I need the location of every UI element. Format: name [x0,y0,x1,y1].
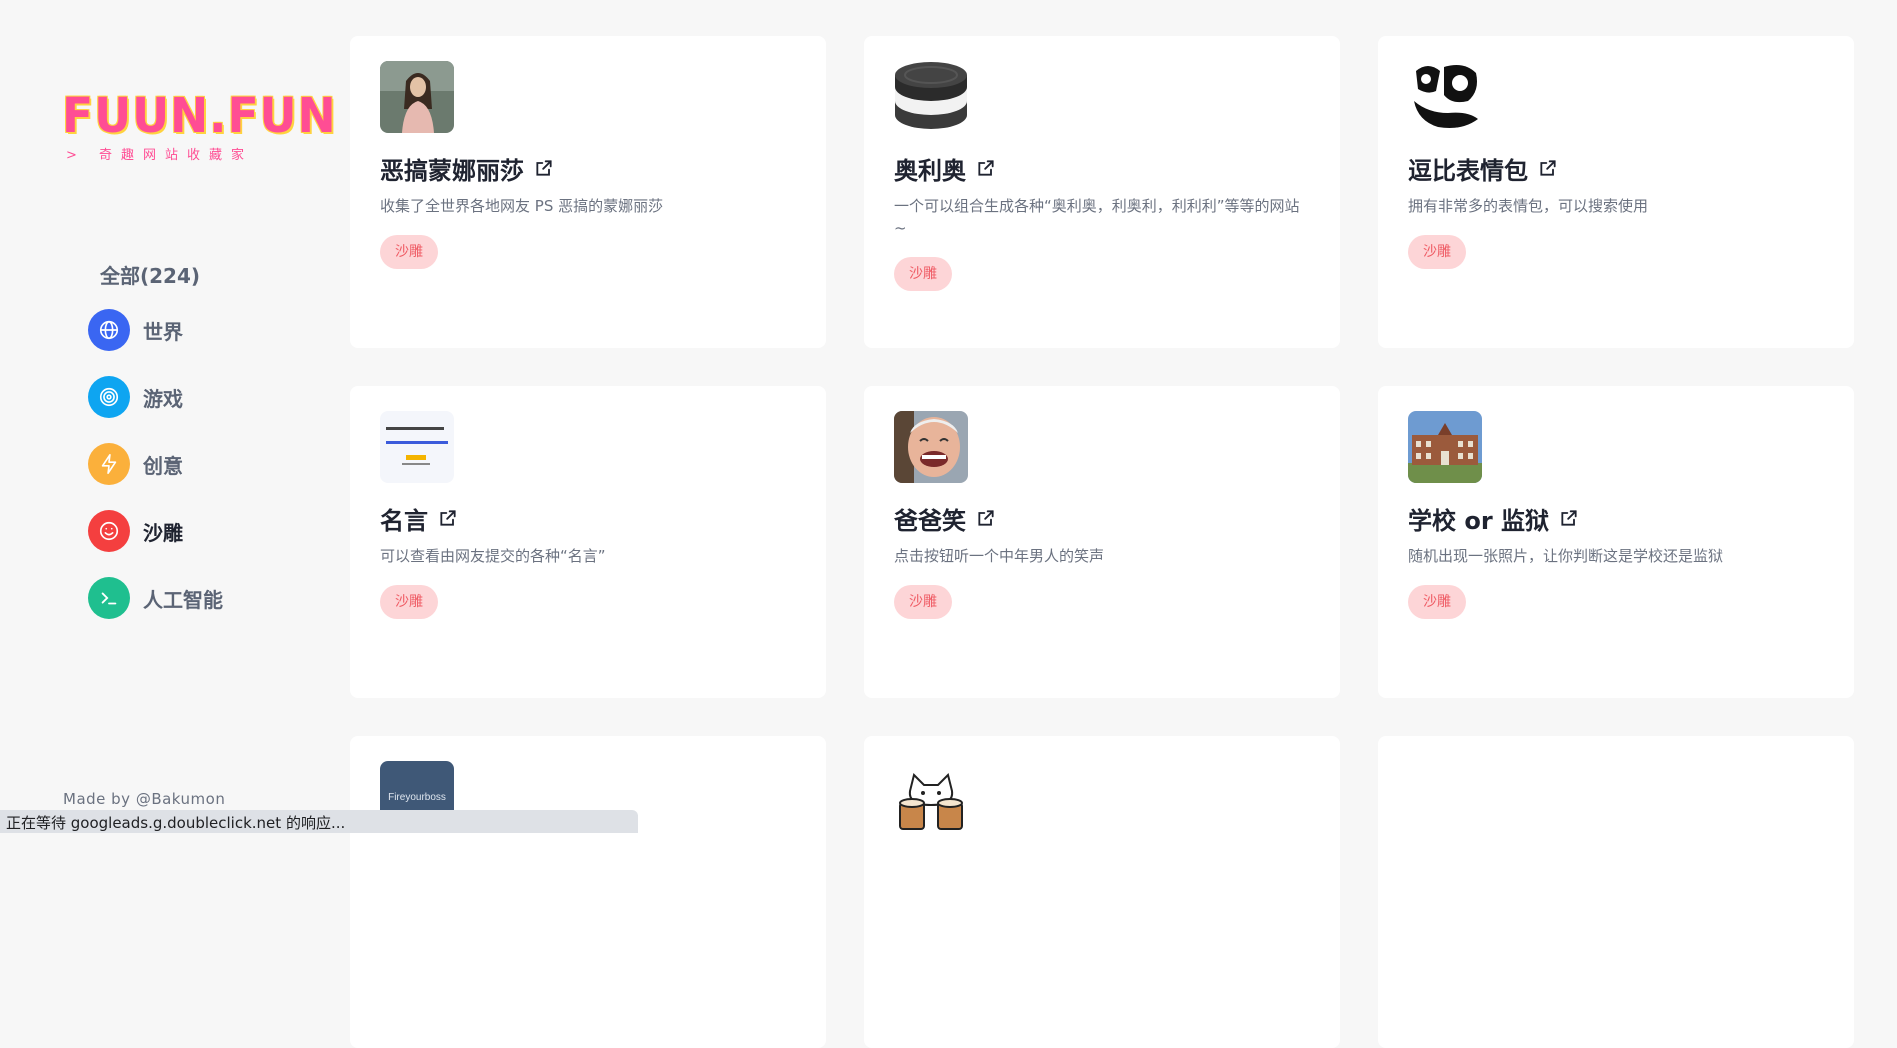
site-card[interactable]: 逗比表情包 拥有非常多的表情包，可以搜索使用 沙雕 [1378,36,1854,348]
site-card[interactable]: 名言 可以查看由网友提交的各种“名言” 沙雕 [350,386,826,698]
quote-thumbnail [380,411,454,483]
external-link-icon [438,508,458,528]
card-title-text: 爸爸笑 [894,506,966,535]
card-description: 可以查看由网友提交的各种“名言” [380,547,606,565]
card-description: 拥有非常多的表情包，可以搜索使用 [1408,197,1649,215]
card-title[interactable]: 学校 or 监狱 [1408,501,1824,535]
logo-text: FUUN.FUN [62,88,337,144]
nav-label: 沙雕 [143,520,183,545]
card-title[interactable]: 名言 [380,501,796,535]
site-card[interactable] [864,736,1340,1048]
category-tag[interactable]: 沙雕 [1408,235,1466,269]
card-title[interactable]: 爸爸笑 [894,501,1310,535]
nav-item-game[interactable]: 游戏 [88,376,223,418]
card-description: 点击按钮听一个中年男人的笑声 [894,547,1105,565]
site-card[interactable]: 爸爸笑 点击按钮听一个中年男人的笑声 沙雕 [864,386,1340,698]
card-description: 随机出现一张照片，让你判断这是学校还是监狱 [1408,547,1724,565]
doubi-logo-thumbnail [1408,61,1482,133]
oreo-thumbnail [894,61,968,133]
nav-item-world[interactable]: 世界 [88,309,223,351]
site-card[interactable]: 学校 or 监狱 随机出现一张照片，让你判断这是学校还是监狱 沙雕 [1378,386,1854,698]
browser-status-bar: 正在等待 googleads.g.doubleclick.net 的响应... [0,810,638,833]
nav-item-ai[interactable]: 人工智能 [88,577,223,619]
category-nav: 世界 游戏 创意 沙雕 人工智能 [88,309,223,644]
globe-icon [88,309,130,351]
card-title-text: 名言 [380,506,428,535]
external-link-icon [976,158,996,178]
external-link-icon [976,508,996,528]
card-title-text: 学校 or 监狱 [1408,506,1550,535]
nav-label: 人工智能 [143,587,223,612]
target-icon [88,376,130,418]
card-title-text: 奥利奥 [894,156,966,185]
bongo-cat-thumbnail [894,761,968,833]
category-tag[interactable]: 沙雕 [894,585,952,619]
card-title[interactable]: 逗比表情包 [1408,151,1824,185]
laughing-man-thumbnail [894,411,968,483]
site-card[interactable]: Fireyourboss [350,736,826,1048]
mona-lisa-thumbnail [380,61,454,133]
sidebar: FUUN.FUN > 奇趣网站收藏家 全部(224) 世界 游戏 创意 沙雕 人… [0,0,337,833]
made-by[interactable]: Made by @Bakumon [63,790,225,808]
card-description: 收集了全世界各地网友 PS 恶搞的蒙娜丽莎 [380,197,664,215]
external-link-icon [1538,158,1558,178]
card-title-text: 逗比表情包 [1408,156,1528,185]
nav-label: 世界 [143,319,183,344]
external-link-icon [534,158,554,178]
logo-subtitle: > 奇趣网站收藏家 [66,148,254,163]
nav-all[interactable]: 全部(224) [100,260,200,289]
card-title[interactable]: 恶搞蒙娜丽莎 [380,151,796,185]
site-card[interactable]: 恶搞蒙娜丽莎 收集了全世界各地网友 PS 恶搞的蒙娜丽莎 沙雕 [350,36,826,348]
card-title[interactable]: 奥利奥 [894,151,1310,185]
card-title-text: 恶搞蒙娜丽莎 [380,156,524,185]
thumbnail-text: Fireyourboss [388,791,446,803]
external-link-icon [1559,508,1579,528]
site-logo[interactable]: FUUN.FUN > 奇趣网站收藏家 [62,88,337,163]
category-tag[interactable]: 沙雕 [380,235,438,269]
nav-item-creative[interactable]: 创意 [88,443,223,485]
category-tag[interactable]: 沙雕 [380,585,438,619]
card-description: 一个可以组合生成各种“奥利奥，利奥利，利利利”等等的网站~ [894,197,1300,237]
category-tag[interactable]: 沙雕 [894,257,952,291]
terminal-icon [88,577,130,619]
category-tag[interactable]: 沙雕 [1408,585,1466,619]
lightning-icon [88,443,130,485]
site-card[interactable] [1378,736,1854,1048]
smile-icon [88,510,130,552]
nav-item-funny[interactable]: 沙雕 [88,510,223,552]
site-card[interactable]: 奥利奥 一个可以组合生成各种“奥利奥，利奥利，利利利”等等的网站~ 沙雕 [864,36,1340,348]
nav-label: 游戏 [143,386,183,411]
nav-label: 创意 [143,453,183,478]
building-thumbnail [1408,411,1482,483]
